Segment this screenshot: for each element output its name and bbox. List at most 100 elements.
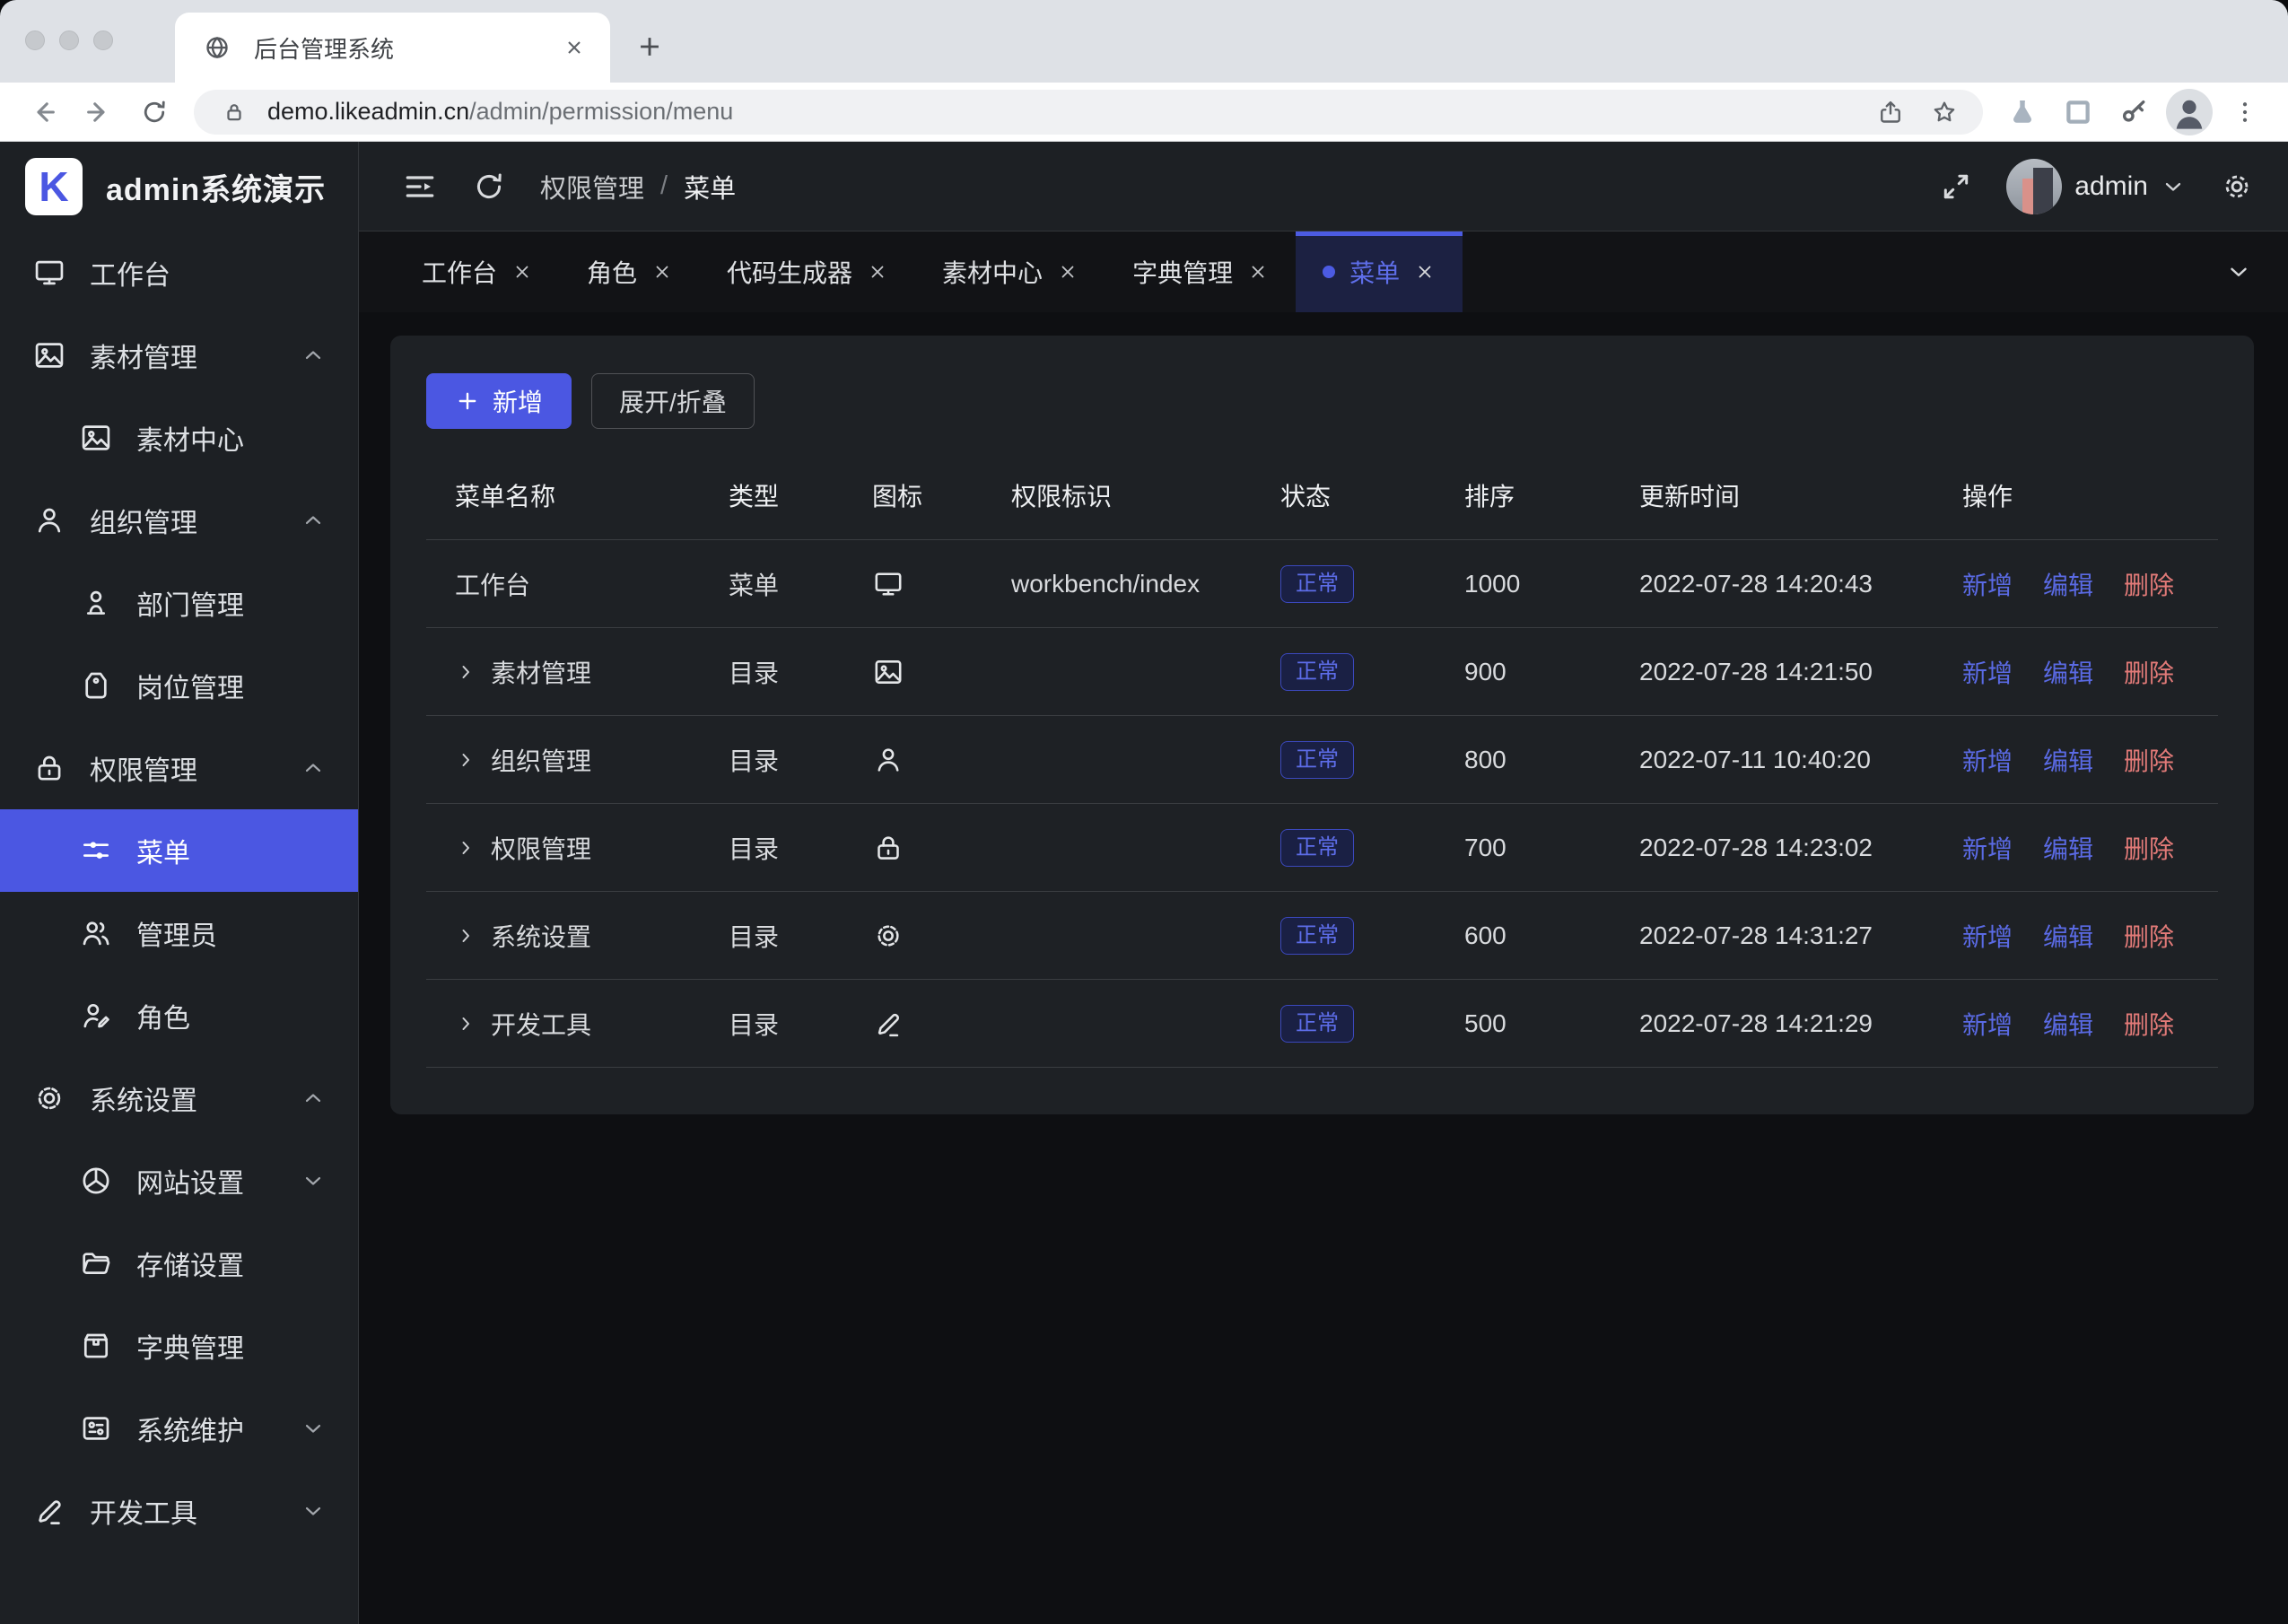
page-tab-3[interactable]: 代码生成器 xyxy=(700,231,915,312)
page-tab-2[interactable]: 角色 xyxy=(560,231,700,312)
row-action-edit[interactable]: 编辑 xyxy=(2043,654,2093,690)
row-action-edit[interactable]: 编辑 xyxy=(2043,918,2093,954)
password-key-icon[interactable] xyxy=(2110,89,2157,135)
reload-icon[interactable] xyxy=(131,89,178,135)
admin-app: K admin系统演示 工作台素材管理素材中心组织管理部门管理岗位管理权限管理菜… xyxy=(0,142,2288,1624)
tab-close-icon[interactable] xyxy=(1414,261,1436,283)
sidebar-item-1[interactable]: 工作台 xyxy=(0,231,358,314)
settings-gear-icon[interactable] xyxy=(2220,170,2254,204)
cell-actions: 新增编辑删除 xyxy=(1934,742,2218,778)
extension-flask-icon[interactable] xyxy=(1999,89,2046,135)
close-window-button[interactable] xyxy=(25,31,45,50)
sidebar-item-2[interactable]: 素材管理 xyxy=(0,314,358,397)
expand-row-icon[interactable] xyxy=(455,837,476,859)
collapse-sidebar-icon[interactable] xyxy=(402,169,438,205)
cell-icon xyxy=(843,832,982,864)
forward-icon[interactable] xyxy=(75,89,122,135)
table-toolbar: 新增 展开/折叠 xyxy=(426,373,2218,429)
globe-favicon-icon xyxy=(196,27,238,68)
row-action-delete[interactable]: 删除 xyxy=(2124,566,2174,602)
sidebar-item-3[interactable]: 素材中心 xyxy=(0,397,358,479)
row-action-delete[interactable]: 删除 xyxy=(2124,654,2174,690)
page-tab-4[interactable]: 素材中心 xyxy=(915,231,1105,312)
row-action-add[interactable]: 新增 xyxy=(1962,1006,2013,1042)
tab-close-icon[interactable] xyxy=(1247,261,1269,283)
share-icon[interactable] xyxy=(1870,92,1911,133)
monitor-icon xyxy=(32,256,66,290)
breadcrumb: 权限管理 / 菜单 xyxy=(540,168,736,205)
row-action-edit[interactable]: 编辑 xyxy=(2043,566,2093,602)
sidebar-item-6[interactable]: 岗位管理 xyxy=(0,644,358,727)
row-action-add[interactable]: 新增 xyxy=(1962,742,2013,778)
minimize-window-button[interactable] xyxy=(59,31,79,50)
user-menu[interactable]: admin xyxy=(2006,159,2186,214)
page-tab-6[interactable]: 菜单 xyxy=(1296,231,1463,312)
row-action-edit[interactable]: 编辑 xyxy=(2043,1006,2093,1042)
page-tab-5[interactable]: 字典管理 xyxy=(1105,231,1296,312)
zoom-window-button[interactable] xyxy=(93,31,113,50)
row-action-delete[interactable]: 删除 xyxy=(2124,918,2174,954)
sidebar-item-15[interactable]: 系统维护 xyxy=(0,1387,358,1470)
new-tab-button[interactable] xyxy=(628,25,671,68)
breadcrumb-section[interactable]: 权限管理 xyxy=(540,168,644,205)
cell-icon xyxy=(843,656,982,688)
row-action-add[interactable]: 新增 xyxy=(1962,918,2013,954)
expand-row-icon[interactable] xyxy=(455,661,476,683)
sidebar-item-label: 组织管理 xyxy=(90,501,277,540)
fullscreen-icon[interactable] xyxy=(1940,170,1972,203)
sidebar-item-11[interactable]: 系统设置 xyxy=(0,1057,358,1139)
browser-profile-avatar[interactable] xyxy=(2166,89,2213,135)
side-panel-icon[interactable] xyxy=(2055,89,2101,135)
tab-close-icon[interactable] xyxy=(511,261,533,283)
menu-table: 菜单名称类型图标权限标识状态排序更新时间操作 工作台菜单workbench/in… xyxy=(426,450,2218,1068)
tab-close-icon[interactable] xyxy=(651,261,673,283)
active-tab-dot xyxy=(1323,266,1335,278)
refresh-page-icon[interactable] xyxy=(472,170,506,204)
kebab-menu-icon[interactable] xyxy=(2222,89,2268,135)
column-header-7: 更新时间 xyxy=(1611,477,1934,513)
row-action-add[interactable]: 新增 xyxy=(1962,566,2013,602)
row-action-delete[interactable]: 删除 xyxy=(2124,830,2174,866)
row-action-delete[interactable]: 删除 xyxy=(2124,742,2174,778)
expand-collapse-button[interactable]: 展开/折叠 xyxy=(591,373,755,429)
row-action-add[interactable]: 新增 xyxy=(1962,654,2013,690)
browser-tab[interactable]: 后台管理系统 xyxy=(175,13,610,83)
breadcrumb-separator: / xyxy=(660,171,668,201)
menu-table-card: 新增 展开/折叠 菜单名称类型图标权限标识状态排序更新时间操作 工作台菜单wor… xyxy=(390,336,2254,1114)
row-action-delete[interactable]: 删除 xyxy=(2124,1006,2174,1042)
row-action-edit[interactable]: 编辑 xyxy=(2043,830,2093,866)
box-icon xyxy=(79,1329,113,1363)
sidebar-item-10[interactable]: 角色 xyxy=(0,974,358,1057)
add-button[interactable]: 新增 xyxy=(426,373,572,429)
expand-row-icon[interactable] xyxy=(455,925,476,947)
sidebar-item-label: 角色 xyxy=(136,996,326,1035)
sidebar-item-8[interactable]: 菜单 xyxy=(0,809,358,892)
sidebar-item-9[interactable]: 管理员 xyxy=(0,892,358,974)
url-text[interactable]: demo.likeadmin.cn/admin/permission/menu xyxy=(267,98,1857,126)
tab-close-icon[interactable] xyxy=(560,33,589,62)
sidebar-item-7[interactable]: 权限管理 xyxy=(0,727,358,809)
expand-row-icon[interactable] xyxy=(455,1013,476,1035)
cell-menu-name: 素材管理 xyxy=(426,654,700,690)
column-header-1: 菜单名称 xyxy=(426,477,700,513)
page-tab-1[interactable]: 工作台 xyxy=(395,231,560,312)
sidebar-item-13[interactable]: 存储设置 xyxy=(0,1222,358,1305)
row-action-edit[interactable]: 编辑 xyxy=(2043,742,2093,778)
browser-tab-title: 后台管理系统 xyxy=(254,31,544,65)
sidebar-item-5[interactable]: 部门管理 xyxy=(0,562,358,644)
cell-type: 目录 xyxy=(700,1006,843,1042)
tabbar-chevron-down-icon[interactable] xyxy=(2189,231,2288,312)
tab-close-icon[interactable] xyxy=(867,261,888,283)
tab-close-icon[interactable] xyxy=(1057,261,1079,283)
expand-row-icon[interactable] xyxy=(455,749,476,771)
address-bar[interactable]: demo.likeadmin.cn/admin/permission/menu xyxy=(194,90,1983,135)
back-icon[interactable] xyxy=(20,89,66,135)
sidebar-item-14[interactable]: 字典管理 xyxy=(0,1305,358,1387)
sidebar-item-16[interactable]: 开发工具 xyxy=(0,1470,358,1552)
breadcrumb-current: 菜单 xyxy=(684,168,736,205)
sidebar-item-label: 岗位管理 xyxy=(136,666,326,705)
sidebar-item-4[interactable]: 组织管理 xyxy=(0,479,358,562)
sidebar-item-12[interactable]: 网站设置 xyxy=(0,1139,358,1222)
row-action-add[interactable]: 新增 xyxy=(1962,830,2013,866)
bookmark-star-icon[interactable] xyxy=(1924,92,1965,133)
